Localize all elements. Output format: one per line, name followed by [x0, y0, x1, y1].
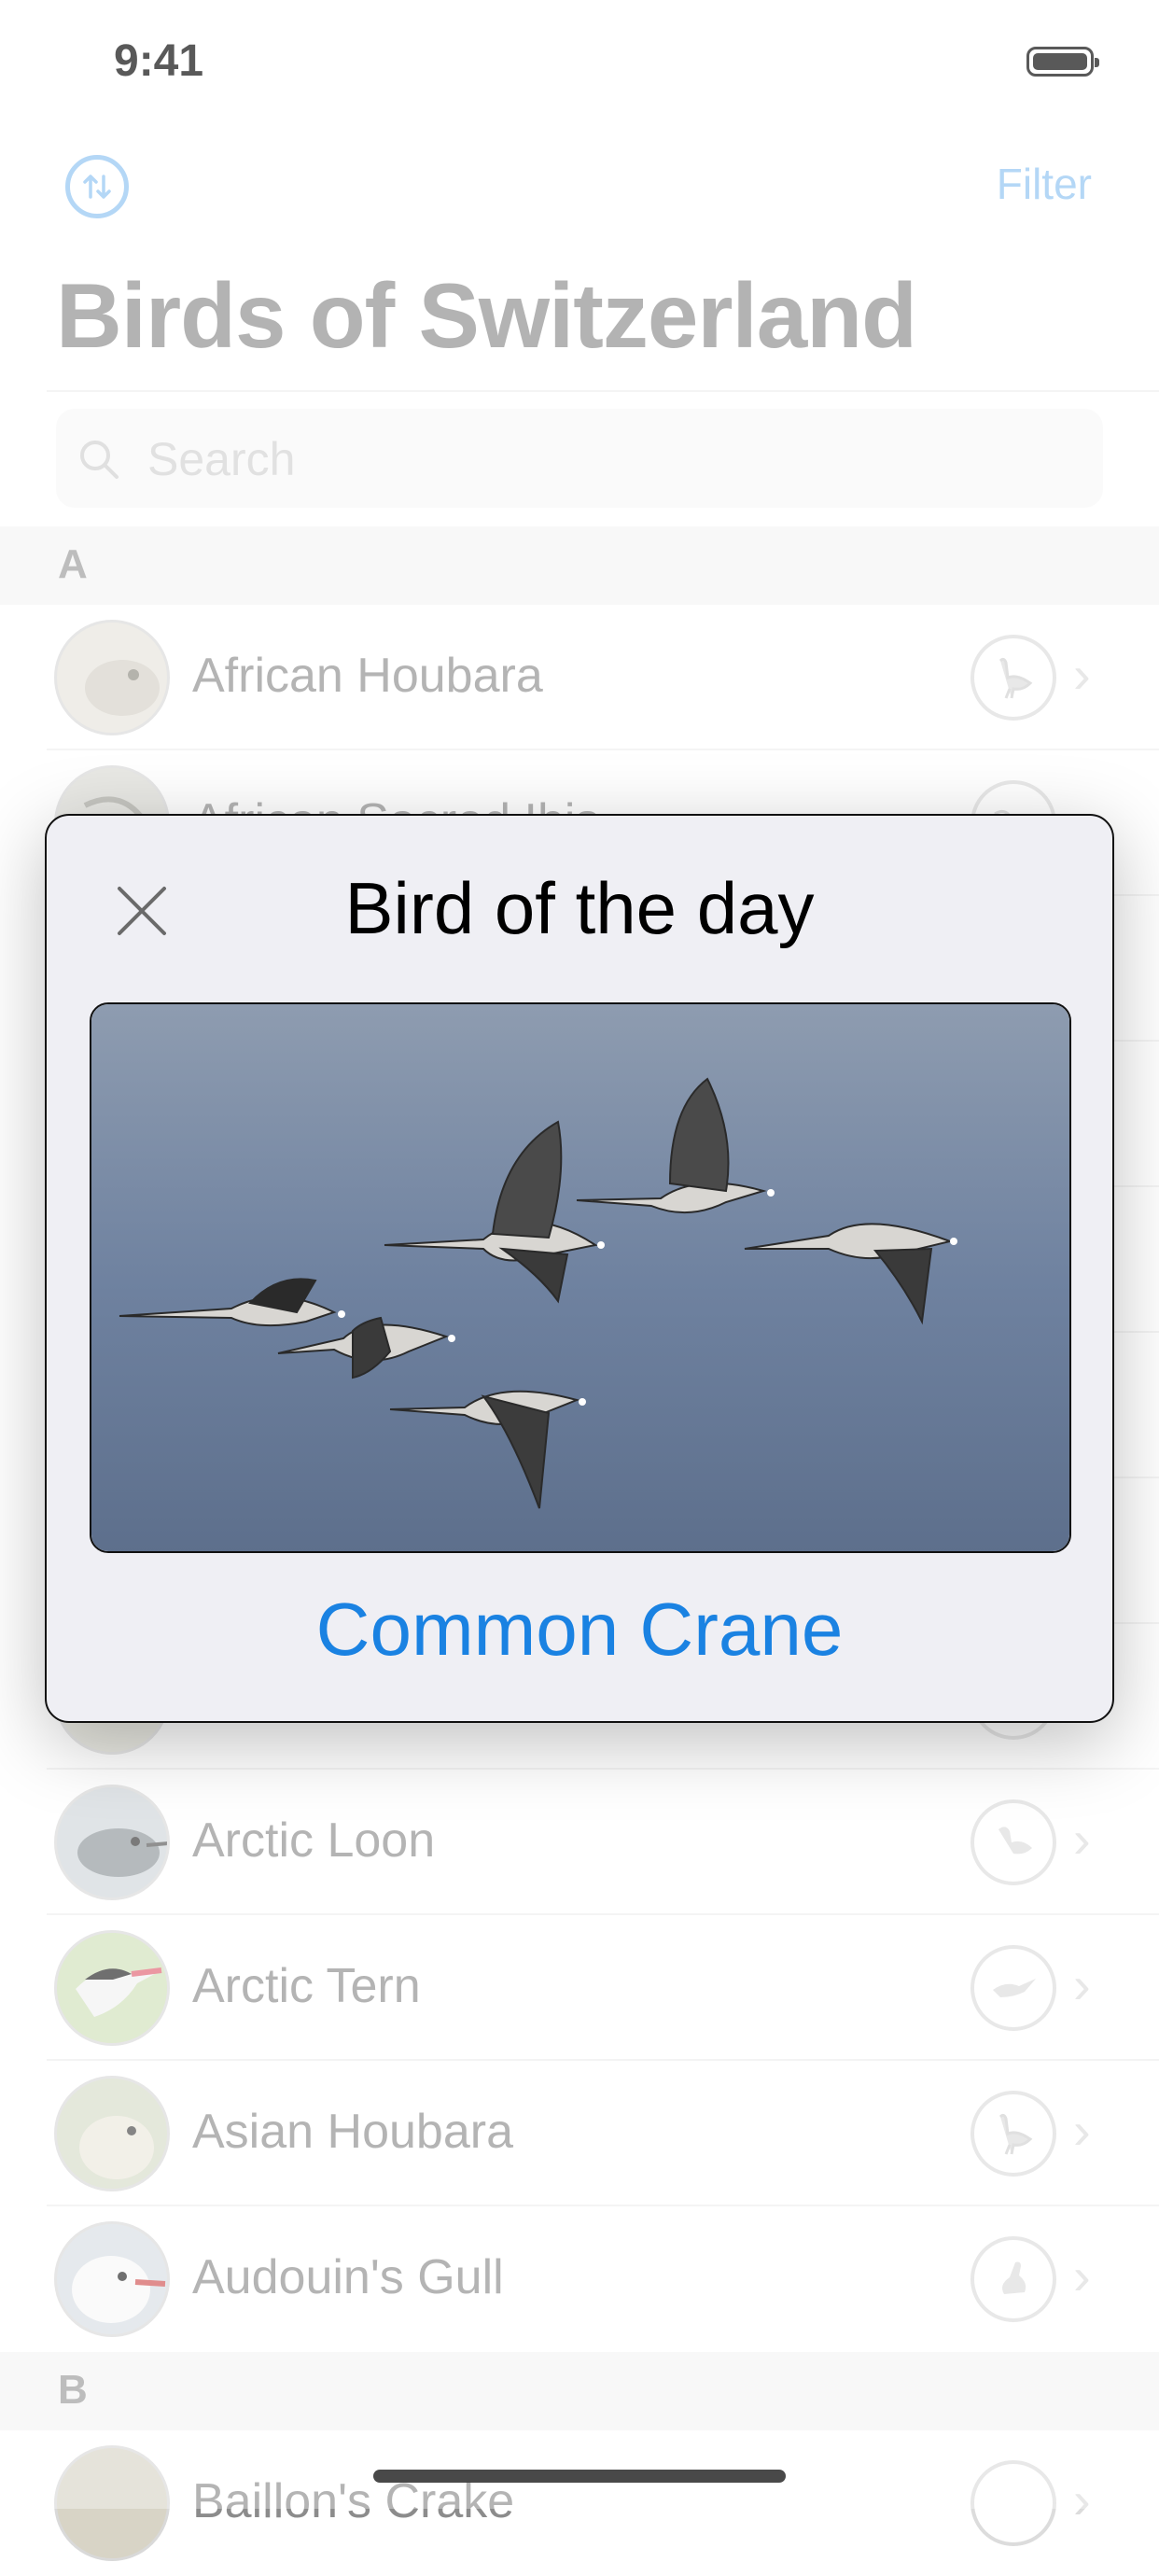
bird-photo[interactable]: [90, 1002, 1071, 1553]
bird-of-the-day-link[interactable]: Common Crane: [47, 1587, 1112, 1673]
birds-list-screen: 9:41 Filter Birds of Switzerland A Afric…: [0, 0, 1159, 2561]
modal-title: Bird of the day: [344, 867, 815, 949]
home-indicator[interactable]: [373, 2470, 786, 2483]
bird-of-the-day-modal: Bird of the day Common Crane: [45, 814, 1114, 1723]
